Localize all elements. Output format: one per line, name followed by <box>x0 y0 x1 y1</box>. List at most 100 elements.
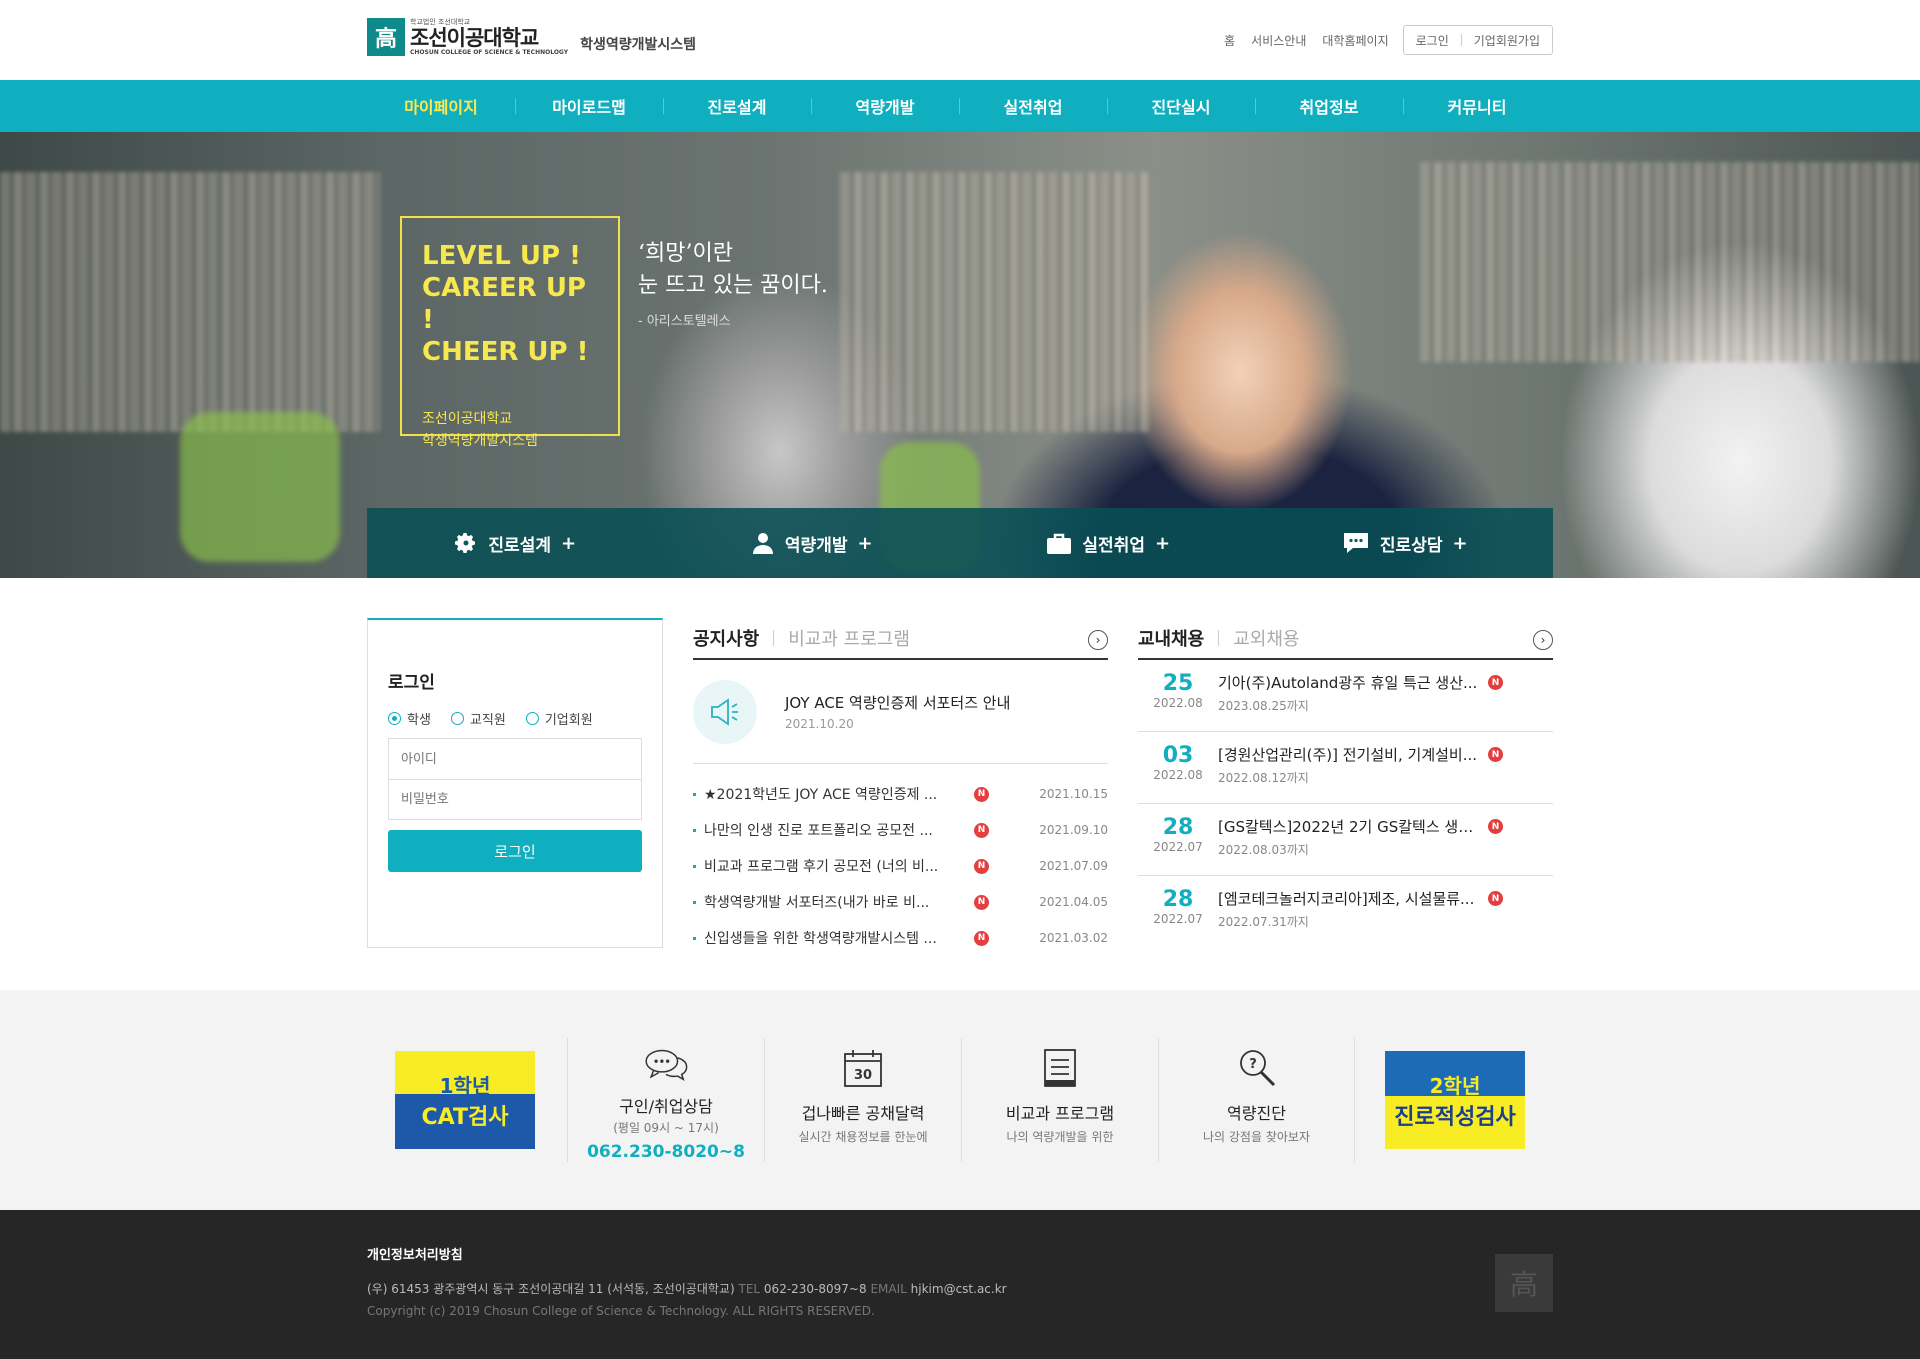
divider <box>773 630 775 646</box>
megaphone-icon <box>693 679 757 744</box>
nav-myroadmap[interactable]: 마이로드맵 <box>515 80 663 132</box>
tab-notice[interactable]: 공지사항 <box>693 625 759 651</box>
tab-extracurricular[interactable]: 비교과 프로그램 <box>788 625 910 651</box>
jobs-board: 교내채용 교외채용 › 25 2022.08 기아(주)Autoland광주 휴일… <box>1138 618 1553 948</box>
site-header: 高 학교법인 조선대학교 조선이공대학교 CHOSUN COLLEGE OF S… <box>367 0 1553 80</box>
nav-diagnosis[interactable]: 진단실시 <box>1107 80 1255 132</box>
role-student-radio[interactable]: 학생 <box>388 709 431 728</box>
promo-sub-college: 조선이공대학교 <box>422 411 513 427</box>
login-button[interactable]: 로그인 <box>388 830 642 872</box>
list-item[interactable]: 25 2022.08 기아(주)Autoland광주 휴일 특근 생산... N 20… <box>1138 660 1553 732</box>
radio-dot <box>388 712 401 725</box>
login-fields <box>388 738 642 820</box>
footer-email: hjkim@cst.ac.kr <box>910 1282 1007 1296</box>
service-desc: 나의 강점을 찾아보자 <box>1203 1130 1310 1144</box>
nav-employment[interactable]: 실전취업 <box>959 80 1107 132</box>
privacy-policy-link[interactable]: 개인정보처리방침 <box>367 1244 463 1263</box>
job-counsel-service[interactable]: 구인/취업상담 (평일 09시 ~ 17시) 062.230-8020~8 <box>567 1038 764 1162</box>
radio-dot <box>525 712 539 725</box>
hero-quote: ‘희망’이란 눈 뜨고 있는 꿈이다. - 아리스토텔레스 <box>638 238 828 329</box>
new-badge: N <box>1488 747 1503 762</box>
nav-competency[interactable]: 역량개발 <box>811 80 959 132</box>
list-item[interactable]: 비교과 프로그램 후기 공모전 (너의 비... N 2021.07.09 <box>693 848 1108 884</box>
plus-icon: + <box>857 532 873 554</box>
list-item[interactable]: 나만의 인생 진로 포트폴리오 공모전 ... N 2021.09.10 <box>693 812 1108 848</box>
featured-date: 2021.10.20 <box>785 717 854 731</box>
more-arrow-icon[interactable]: › <box>1088 630 1108 650</box>
role-selector: 학생 교직원 기업회원 <box>388 709 642 728</box>
auth-links: 로그인 기업회원가입 <box>1402 25 1553 55</box>
service-title: 역량진단 <box>1227 1104 1286 1123</box>
nav-mypage[interactable]: 마이페이지 <box>367 80 515 132</box>
corporate-join-link[interactable]: 기업회원가입 <box>1474 32 1540 49</box>
quick-career-design[interactable]: 진로설계 + <box>367 508 664 578</box>
list-item[interactable]: 28 2022.07 [엠코테크놀러지코리아]제조, 시설물류... N 2022.0… <box>1138 876 1553 948</box>
divider <box>1460 34 1462 46</box>
list-item[interactable]: 신입생들을 위한 학생역량개발시스템 ... N 2021.03.02 <box>693 920 1108 956</box>
login-panel: 로그인 학생 교직원 기업회원 로그인 <box>367 618 663 948</box>
competency-diagnosis-service[interactable]: ? 역량진단 나의 강점을 찾아보자 <box>1158 1038 1355 1162</box>
main-nav: 마이페이지 마이로드맵 진로설계 역량개발 실전취업 진단실시 취업정보 커뮤니… <box>0 80 1920 132</box>
list-item[interactable]: ★2021학년도 JOY ACE 역량인증제 ... N 2021.10.15 <box>693 776 1108 812</box>
quick-label: 역량개발 <box>784 535 848 556</box>
aptitude-test-banner[interactable]: 2학년 진로적성검사 <box>1385 1051 1525 1149</box>
role-staff-radio[interactable]: 교직원 <box>450 709 506 728</box>
quick-employment[interactable]: 실전취업 + <box>960 508 1257 578</box>
quick-career-counsel[interactable]: 진로상담 + <box>1257 508 1554 578</box>
promo-mark: ! <box>576 337 589 367</box>
list-item[interactable]: 학생역량개발 서포터즈(내가 바로 비... N 2021.04.05 <box>693 884 1108 920</box>
nav-community[interactable]: 커뮤니티 <box>1403 80 1551 132</box>
recruit-calendar-service[interactable]: 30 겁나빠른 공채달력 실시간 채용정보를 한눈에 <box>764 1038 961 1162</box>
promo-box: LEVEL UP ! CAREER UP ! CHEER UP ! 조선이공대학… <box>400 216 620 449</box>
briefcase-icon <box>1047 533 1072 554</box>
jobs-list: 25 2022.08 기아(주)Autoland광주 휴일 특근 생산... N 20… <box>1138 660 1553 948</box>
footer-phone: 062-230-8097~8 <box>763 1282 867 1296</box>
calendar-icon: 30 <box>844 1050 882 1087</box>
user-id-input[interactable] <box>389 739 641 779</box>
list-item[interactable]: 28 2022.07 [GS칼텍스]2022년 2기 GS칼텍스 생산... N 20… <box>1138 804 1553 876</box>
service-phone: 062.230-8020~8 <box>587 1142 745 1162</box>
util-service-link[interactable]: 서비스안내 <box>1251 32 1306 49</box>
cat-test-banner[interactable]: 1학년 CAT검사 <box>395 1051 535 1149</box>
service-hours: (평일 09시 ~ 17시) <box>613 1121 719 1135</box>
password-input[interactable] <box>389 779 641 819</box>
promo-mark: ! <box>422 305 434 335</box>
new-badge: N <box>1488 675 1503 690</box>
quick-label: 진로상담 <box>1379 535 1443 556</box>
chat-icon <box>1343 533 1368 553</box>
nav-career-design[interactable]: 진로설계 <box>663 80 811 132</box>
chair-background <box>180 412 340 562</box>
site-footer: 개인정보처리방침 (우) 61453 광주광역시 동구 조선이공대길 11 (서… <box>0 1210 1920 1359</box>
service-title: 비교과 프로그램 <box>1005 1104 1115 1123</box>
jobs-tabs: 교내채용 교외채용 › <box>1138 618 1553 660</box>
promo-sub-system: 학생역량개발시스템 <box>422 433 538 449</box>
role-corporate-radio[interactable]: 기업회원 <box>525 709 593 728</box>
gear-icon <box>455 533 476 553</box>
login-title: 로그인 <box>388 673 435 693</box>
tab-external-jobs[interactable]: 교외채용 <box>1233 625 1299 651</box>
quick-competency[interactable]: 역량개발 + <box>664 508 961 578</box>
util-home-link[interactable]: 홈 <box>1224 32 1235 49</box>
featured-notice[interactable]: JOY ACE 역량인증제 서포터즈 안내 2021.10.20 <box>693 660 1108 764</box>
main-content: 로그인 학생 교직원 기업회원 로그인 공지사항 비교과 프로그램 › JOY … <box>367 578 1553 990</box>
nav-job-info[interactable]: 취업정보 <box>1255 80 1403 132</box>
tab-campus-jobs[interactable]: 교내채용 <box>1138 625 1204 651</box>
calendar-number: 30 <box>854 1068 872 1083</box>
login-link[interactable]: 로그인 <box>1416 32 1449 49</box>
new-badge: N <box>1488 819 1503 834</box>
new-badge: N <box>974 930 989 946</box>
notice-list: ★2021학년도 JOY ACE 역량인증제 ... N 2021.10.15 나만… <box>693 776 1108 956</box>
logo-english-name: CHOSUN COLLEGE OF SCIENCE & TECHNOLOGY <box>410 49 569 56</box>
more-arrow-icon[interactable]: › <box>1533 630 1553 650</box>
service-title: 겁나빠른 공채달력 <box>801 1104 925 1123</box>
extracurricular-service[interactable]: 비교과 프로그램 나의 역량개발을 위한 <box>961 1038 1158 1162</box>
promo-mark: ! <box>569 241 581 271</box>
svg-text:?: ? <box>1249 1057 1257 1072</box>
util-college-link[interactable]: 대학홈페이지 <box>1322 32 1388 49</box>
quick-menu: 진로설계 + 역량개발 + 실전취업 + 진로상담 + <box>367 508 1553 578</box>
notice-tabs: 공지사항 비교과 프로그램 › <box>693 618 1108 660</box>
college-logo[interactable]: 高 학교법인 조선대학교 조선이공대학교 CHOSUN COLLEGE OF S… <box>367 17 696 56</box>
quick-label: 진로설계 <box>488 535 551 556</box>
plus-icon: + <box>1154 532 1171 554</box>
list-item[interactable]: 03 2022.08 [경원산업관리(주)] 전기설비, 기계설비... N 2022… <box>1138 732 1553 804</box>
